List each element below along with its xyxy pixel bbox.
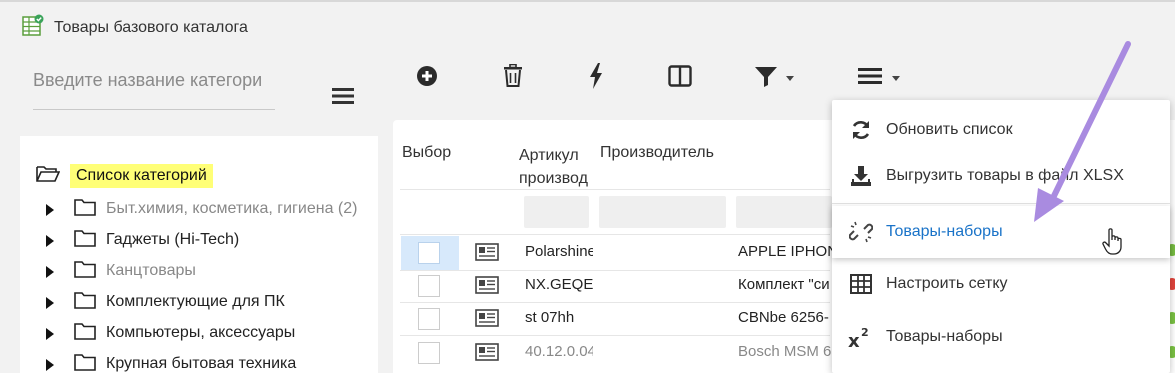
tree-item[interactable]: Быт.химия, косметика, гигиена (2) (46, 198, 357, 220)
folder-icon (74, 353, 96, 373)
menu-item-bundles-2[interactable]: x2 Товары-наборы (832, 311, 1170, 363)
caret-right-icon[interactable] (46, 265, 56, 278)
category-search-input[interactable] (33, 64, 275, 91)
card-icon[interactable] (475, 276, 499, 294)
top-border (0, 0, 1175, 2)
cell-name: CBNbe 6256- (738, 309, 829, 326)
menu-item-label: Настроить сетку (886, 275, 1008, 292)
refresh-icon (848, 117, 874, 143)
page-title: Товары базового каталога (54, 19, 248, 36)
tree-item-label: Гаджеты (Hi-Tech) (106, 231, 240, 248)
row-checkbox[interactable] (418, 242, 440, 264)
more-menu-button[interactable] (858, 64, 900, 92)
menu-icon (858, 66, 882, 91)
category-search (33, 64, 275, 110)
folder-icon (74, 260, 96, 283)
card-icon[interactable] (475, 309, 499, 327)
folder-icon (74, 291, 96, 314)
column-header-select[interactable]: Выбор (402, 144, 451, 162)
add-icon (416, 65, 438, 92)
tree-item[interactable]: Компьютеры, аксессуары (46, 322, 295, 344)
card-icon[interactable] (475, 343, 499, 361)
cell-article: Polarshine (525, 243, 593, 260)
trash-icon (503, 63, 523, 93)
tree-item-label: Быт.химия, косметика, гигиена (2) (106, 200, 358, 217)
menu-item-label: Товары-наборы (886, 223, 1003, 240)
tree-root[interactable]: Список категорий (36, 164, 213, 188)
grid-icon (848, 271, 874, 297)
filter-button[interactable] (754, 64, 794, 92)
menu-item-label: Обновить список (886, 121, 1013, 138)
spreadsheet-icon (22, 14, 44, 36)
column-header-article[interactable]: Артикул производ (519, 144, 595, 190)
cell-name: Bosch MSM 6 (738, 343, 832, 360)
svg-text:2: 2 (861, 326, 869, 339)
folder-icon (74, 322, 96, 345)
divider (400, 234, 830, 235)
tree-item-label: Комплектующие для ПК (106, 293, 285, 310)
filter-name-input[interactable] (736, 196, 832, 228)
folder-icon (74, 198, 96, 221)
tree-item-label: Компьютеры, аксессуары (106, 324, 296, 341)
caret-right-icon[interactable] (46, 358, 56, 371)
menu-item-configure-grid[interactable]: Настроить сетку (832, 258, 1170, 310)
tree-item[interactable]: Крупная бытовая техника (46, 353, 296, 373)
menu-item-label: Товары-наборы (886, 328, 1003, 345)
caret-down-icon (892, 69, 900, 87)
svg-text:x: x (848, 331, 860, 349)
tree-item[interactable]: Канцтовары (46, 260, 196, 282)
columns-button[interactable] (668, 64, 692, 92)
caret-down-icon (786, 69, 794, 87)
divider (400, 302, 830, 303)
divider (400, 189, 830, 190)
card-icon[interactable] (475, 243, 499, 261)
cell-name: APPLE IPHON (738, 243, 832, 260)
cell-article: 40.12.0.04 (525, 343, 593, 360)
filter-manufacturer-input[interactable] (599, 196, 726, 228)
lightning-icon (588, 62, 604, 94)
category-tree: Список категорий Быт.химия, косметика, г… (20, 136, 378, 373)
filter-article-input[interactable] (524, 196, 589, 228)
superscript-x2-icon: x2 (848, 324, 874, 350)
tree-item[interactable]: Комплектующие для ПК (46, 291, 285, 313)
divider (400, 270, 830, 271)
annotation-arrow (1034, 41, 1131, 222)
tree-item-label: Канцтовары (106, 262, 196, 279)
row-checkbox[interactable] (418, 342, 440, 364)
tree-item-label: Крупная бытовая техника (106, 355, 297, 372)
divider (400, 335, 830, 336)
caret-right-icon[interactable] (46, 234, 56, 247)
folder-open-icon (36, 165, 61, 188)
hand-cursor-icon (1102, 228, 1122, 255)
caret-right-icon[interactable] (46, 327, 56, 340)
tree-root-label: Список категорий (70, 164, 213, 188)
broken-link-icon (848, 219, 874, 245)
tree-item[interactable]: Гаджеты (Hi-Tech) (46, 229, 239, 251)
cell-article: NX.GEQEF (525, 276, 593, 293)
row-checkbox[interactable] (418, 308, 440, 330)
quick-action-button[interactable] (588, 62, 604, 94)
add-button[interactable] (416, 64, 438, 92)
download-icon (848, 163, 874, 189)
category-menu-icon[interactable] (332, 86, 354, 106)
column-header-manufacturer[interactable]: Производитель (600, 144, 714, 162)
caret-right-icon[interactable] (46, 296, 56, 309)
cell-name: Комплект "си (738, 276, 830, 293)
delete-button[interactable] (503, 63, 523, 93)
cell-article: st 07hh (525, 309, 575, 326)
filter-icon (754, 65, 778, 92)
columns-icon (668, 64, 692, 92)
caret-right-icon[interactable] (46, 203, 56, 216)
folder-icon (74, 229, 96, 252)
row-checkbox[interactable] (418, 275, 440, 297)
